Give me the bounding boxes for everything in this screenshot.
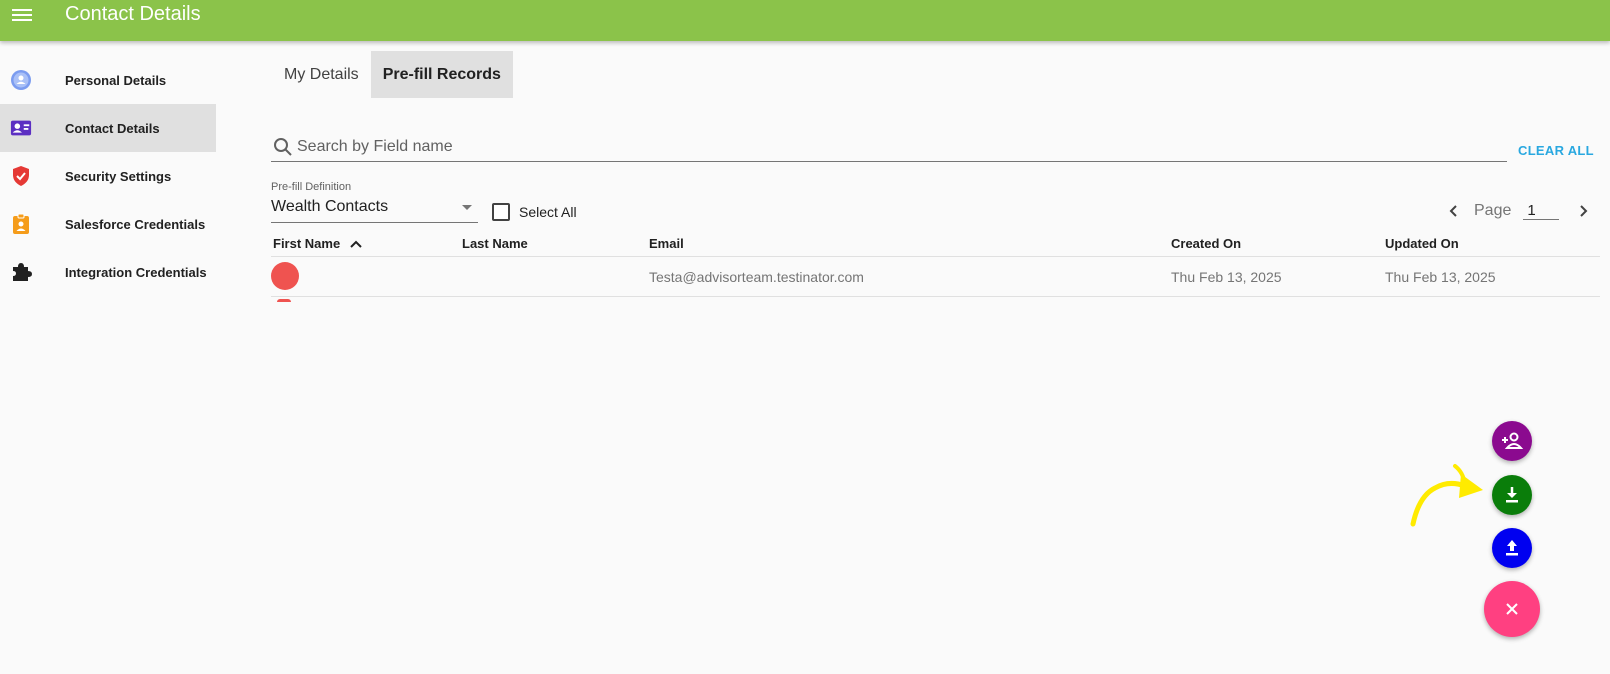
select-all-checkbox[interactable]	[492, 203, 510, 221]
close-icon	[1506, 603, 1518, 615]
prefill-definition-select[interactable]: Wealth Contacts	[271, 196, 478, 223]
sidebar-item-contact-details[interactable]: Contact Details	[0, 104, 216, 152]
sidebar-item-personal-details[interactable]: Personal Details	[0, 56, 216, 104]
page-number-input[interactable]	[1523, 202, 1560, 220]
chevron-right-icon[interactable]	[1571, 199, 1595, 223]
records-table: First Name Last Name Email Created On Up…	[271, 231, 1600, 297]
sidebar-item-label: Personal Details	[65, 72, 167, 88]
sidebar-item-label: Salesforce Credentials	[65, 216, 206, 232]
hamburger-icon[interactable]	[12, 6, 32, 26]
pagination: Page	[1442, 198, 1595, 224]
close-button[interactable]	[1484, 581, 1540, 637]
sidebar-item-integration-credentials[interactable]: Integration Credentials	[0, 248, 216, 296]
contact-card-icon	[10, 117, 32, 139]
cell-email: Testa@advisorteam.testinator.com	[649, 269, 864, 285]
curved-arrow-icon	[1410, 464, 1483, 527]
avatar	[277, 299, 291, 302]
puzzle-icon	[10, 261, 32, 283]
column-header-first-name[interactable]: First Name	[273, 236, 362, 251]
search-input[interactable]	[297, 137, 1477, 156]
tab-pre-fill-records[interactable]: Pre-fill Records	[370, 51, 513, 98]
table-header: First Name Last Name Email Created On Up…	[271, 231, 1600, 257]
shield-check-icon	[10, 165, 32, 187]
app-bar: Contact Details	[0, 0, 1610, 41]
sidebar-item-salesforce-credentials[interactable]: Salesforce Credentials	[0, 200, 216, 248]
download-button[interactable]	[1492, 475, 1532, 515]
person-badge-icon	[10, 69, 32, 91]
clear-all-button[interactable]: CLEAR ALL	[1518, 143, 1594, 158]
search-bar	[271, 132, 1507, 162]
page-label: Page	[1474, 202, 1512, 219]
cell-updated-on: Thu Feb 13, 2025	[1385, 269, 1496, 285]
sidebar-item-label: Integration Credentials	[65, 264, 207, 280]
column-header-last-name[interactable]: Last Name	[462, 236, 528, 251]
add-person-button[interactable]	[1492, 421, 1532, 461]
person-add-icon	[1502, 432, 1524, 449]
sidebar-item-label: Contact Details	[65, 120, 160, 136]
avatar	[271, 262, 299, 290]
sort-ascending-icon	[350, 240, 362, 248]
id-badge-icon	[10, 213, 32, 235]
app-title: Contact Details	[65, 3, 201, 25]
tab-my-details[interactable]: My Details	[272, 51, 371, 98]
column-header-created-on[interactable]: Created On	[1171, 236, 1241, 251]
upload-button[interactable]	[1492, 528, 1532, 568]
column-header-email[interactable]: Email	[649, 236, 684, 251]
search-icon	[274, 137, 292, 156]
upload-icon	[1506, 540, 1518, 556]
cell-created-on: Thu Feb 13, 2025	[1171, 269, 1282, 285]
dropdown-arrow-icon	[462, 205, 472, 210]
select-all[interactable]: Select All	[492, 203, 577, 221]
select-all-label: Select All	[519, 204, 577, 220]
sidebar-item-label: Security Settings	[65, 168, 172, 184]
sidebar-item-security-settings[interactable]: Security Settings	[0, 152, 216, 200]
column-label: First Name	[273, 236, 341, 251]
prefill-definition-label: Pre-fill Definition	[271, 181, 352, 193]
chevron-left-icon[interactable]	[1442, 199, 1466, 223]
table-row[interactable]: Testa@advisorteam.testinator.com Thu Feb…	[271, 257, 1600, 297]
column-header-updated-on[interactable]: Updated On	[1385, 236, 1459, 251]
sidebar: Personal Details Contact Details Securit…	[0, 56, 216, 296]
prefill-definition-value: Wealth Contacts	[271, 198, 389, 215]
tab-bar: My Details Pre-fill Records	[272, 51, 513, 98]
download-icon	[1506, 487, 1518, 503]
